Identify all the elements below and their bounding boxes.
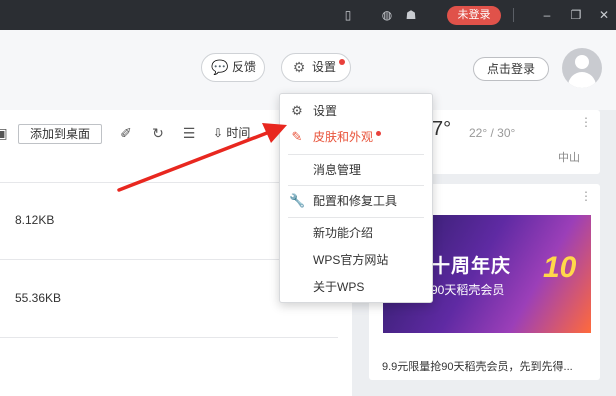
notification-dot — [339, 59, 345, 65]
refresh-icon[interactable]: ↻ — [149, 124, 167, 142]
menu-item-about[interactable]: 关于WPS — [280, 274, 432, 300]
list-view-icon[interactable]: ☰ — [180, 124, 198, 142]
row-divider — [0, 337, 338, 338]
gear-icon: ⚙ — [291, 103, 303, 118]
menu-divider — [288, 185, 424, 186]
add-to-desktop-button[interactable]: 添加到桌面 — [18, 124, 102, 144]
login-button[interactable]: 点击登录 — [473, 57, 549, 81]
menu-item-repair-tools[interactable]: 🔧 配置和修复工具 — [280, 188, 432, 214]
clean-brush-icon[interactable]: ✐ — [117, 124, 135, 142]
menu-item-label: 皮肤和外观 — [313, 130, 374, 144]
menu-divider — [288, 217, 424, 218]
minimize-icon[interactable]: – — [540, 8, 554, 22]
monitor-icon[interactable]: ▣ — [0, 124, 10, 142]
settings-dropdown-menu: ⚙ 设置 ✎ 皮肤和外观 消息管理 🔧 配置和修复工具 新功能介绍 WPS官方网… — [279, 93, 433, 303]
menu-item-website[interactable]: WPS官方网站 — [280, 247, 432, 273]
more-options-icon[interactable]: ⋮ — [580, 190, 592, 202]
sort-label: 时间 — [226, 126, 251, 140]
menu-item-settings[interactable]: ⚙ 设置 — [280, 98, 432, 124]
menu-item-label: 设置 — [313, 104, 338, 118]
menu-item-label: 关于WPS — [313, 280, 365, 294]
restore-icon[interactable]: ❐ — [569, 8, 583, 22]
avatar-head — [575, 55, 589, 69]
menu-item-whats-new[interactable]: 新功能介绍 — [280, 220, 432, 246]
notification-dot — [376, 131, 381, 136]
tablet-mode-icon[interactable]: ▯ — [341, 8, 355, 22]
wrench-icon: 🔧 — [289, 193, 306, 208]
menu-item-label: 新功能介绍 — [313, 226, 374, 240]
brush-icon: ✎ — [291, 129, 303, 144]
menu-item-label: 配置和修复工具 — [313, 194, 398, 208]
sort-arrow-icon: ⇩ — [213, 126, 224, 140]
chat-bubble-icon: 💬 — [211, 59, 229, 75]
settings-label: 设置 — [312, 60, 337, 74]
banner-title: 十周年庆 — [431, 256, 512, 277]
banner-subtitle: 90天稻壳会员 — [431, 283, 505, 297]
avatar-body — [568, 72, 596, 88]
file-size: 55.36KB — [15, 291, 62, 305]
weather-range: 22° / 30° — [469, 126, 516, 140]
not-logged-in-badge[interactable]: 未登录 — [447, 6, 501, 25]
sort-by-time-button[interactable]: ⇩ 时间 — [213, 124, 250, 142]
banner-number: 10 — [543, 251, 577, 284]
menu-item-skin[interactable]: ✎ 皮肤和外观 — [280, 124, 432, 150]
avatar[interactable] — [562, 48, 602, 88]
menu-item-label: 消息管理 — [313, 163, 362, 177]
weather-city: 中山 — [558, 152, 580, 164]
titlebar-divider — [513, 8, 514, 22]
settings-button[interactable]: ⚙ 设置 — [281, 53, 351, 82]
promo-caption[interactable]: 9.9元限量抢90天稻壳会员，先到先得... — [382, 358, 573, 374]
menu-item-messages[interactable]: 消息管理 — [280, 157, 432, 183]
menu-divider — [288, 154, 424, 155]
title-bar: ▯ ◍ ☗ 未登录 – ❐ ✕ — [0, 0, 616, 30]
gear-icon: ⚙ — [292, 59, 306, 75]
feedback-label: 反馈 — [232, 60, 257, 74]
feedback-button[interactable]: 💬 反馈 — [201, 53, 265, 82]
close-icon[interactable]: ✕ — [597, 8, 611, 22]
shirt-icon[interactable]: ☗ — [404, 8, 418, 22]
skin-palette-icon[interactable]: ◍ — [380, 8, 394, 22]
file-size: 8.12KB — [15, 213, 55, 227]
menu-item-label: WPS官方网站 — [313, 253, 389, 267]
weather-temperature: 7° — [432, 118, 452, 140]
more-options-icon[interactable]: ⋮ — [580, 116, 592, 128]
